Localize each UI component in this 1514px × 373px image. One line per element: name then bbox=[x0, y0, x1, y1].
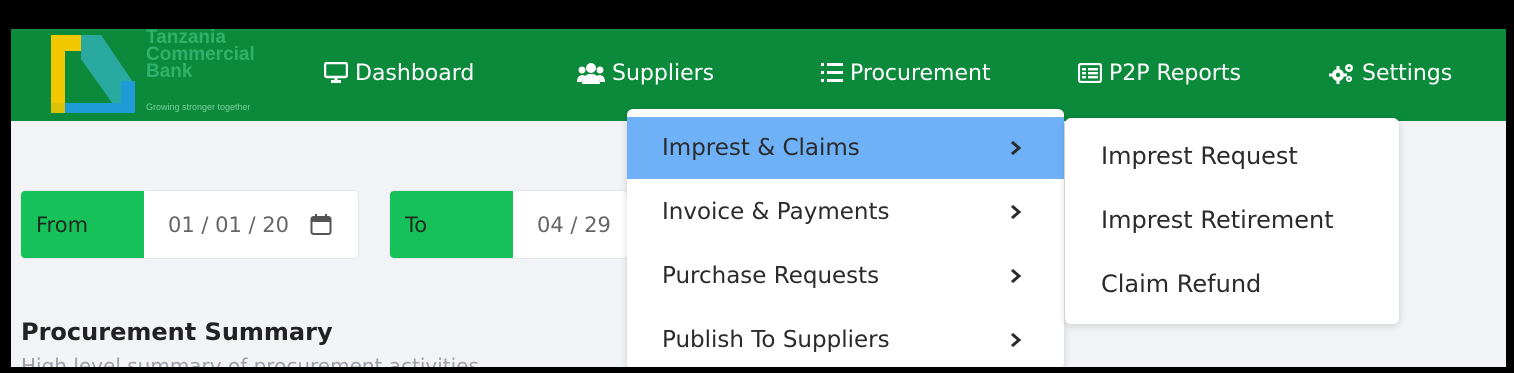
nav-p2p-reports[interactable]: P2P Reports bbox=[1078, 51, 1241, 95]
nav-procurement-label: Procurement bbox=[850, 60, 991, 86]
menu-item-label: Publish To Suppliers bbox=[662, 327, 890, 353]
chevron-right-icon bbox=[1011, 140, 1022, 156]
menu-item-invoice-payments[interactable]: Invoice & Payments bbox=[627, 181, 1064, 243]
from-date-value: 01 / 01 / 20 bbox=[168, 212, 290, 237]
menu-item-label: Imprest & Claims bbox=[662, 135, 860, 161]
chevron-right-icon bbox=[1011, 332, 1022, 348]
submenu-imprest-retirement[interactable]: Imprest Retirement bbox=[1101, 200, 1334, 240]
bank-name: Tanzania Commercial Bank bbox=[146, 28, 255, 82]
report-icon bbox=[1078, 63, 1102, 83]
bank-logo[interactable]: Tanzania Commercial Bank Growing stronge… bbox=[51, 28, 291, 119]
nav-settings[interactable]: Settings bbox=[1329, 51, 1452, 95]
nav-dashboard-label: Dashboard bbox=[355, 60, 475, 86]
navbar: Tanzania Commercial Bank Growing stronge… bbox=[11, 28, 1506, 121]
from-date-input[interactable]: 01 / 01 / 20 bbox=[144, 191, 358, 258]
submenu-claim-refund[interactable]: Claim Refund bbox=[1101, 264, 1261, 304]
users-icon bbox=[577, 63, 605, 84]
from-label: From bbox=[21, 191, 144, 258]
monitor-icon bbox=[324, 62, 348, 83]
to-label: To bbox=[390, 191, 513, 258]
from-date-group: From 01 / 01 / 20 bbox=[21, 191, 358, 258]
to-date-group: To 04 / 29 bbox=[390, 191, 627, 258]
calendar-icon[interactable] bbox=[310, 213, 332, 236]
to-date-value: 04 / 29 bbox=[537, 212, 611, 237]
procurement-summary-subtitle: High level summary of procurement activi… bbox=[21, 354, 479, 367]
menu-item-imprest-claims[interactable]: Imprest & Claims bbox=[627, 117, 1064, 179]
nav-suppliers-label: Suppliers bbox=[612, 60, 715, 86]
menu-item-label: Purchase Requests bbox=[662, 263, 880, 289]
menu-item-purchase-requests[interactable]: Purchase Requests bbox=[627, 245, 1064, 307]
list-icon bbox=[821, 63, 843, 82]
chevron-right-icon bbox=[1011, 268, 1022, 284]
imprest-submenu: Imprest Request Imprest Retirement Claim… bbox=[1065, 118, 1399, 324]
menu-item-label: Invoice & Payments bbox=[662, 199, 890, 225]
top-strip bbox=[11, 11, 1506, 29]
nav-dashboard[interactable]: Dashboard bbox=[324, 51, 474, 95]
procurement-dropdown: Imprest & Claims Invoice & Payments Purc… bbox=[627, 109, 1064, 367]
bank-tagline: Growing stronger together bbox=[146, 102, 251, 112]
nav-p2p-reports-label: P2P Reports bbox=[1109, 60, 1241, 86]
procurement-summary-title: Procurement Summary bbox=[21, 318, 333, 346]
nav-procurement[interactable]: Procurement bbox=[821, 51, 991, 95]
app-window: Tanzania Commercial Bank Growing stronge… bbox=[11, 11, 1506, 367]
chevron-right-icon bbox=[1011, 204, 1022, 220]
bank-logo-icon bbox=[51, 35, 135, 113]
bank-name-line-3: Bank bbox=[146, 61, 193, 82]
menu-item-publish-to-suppliers[interactable]: Publish To Suppliers bbox=[627, 309, 1064, 367]
nav-settings-label: Settings bbox=[1362, 60, 1453, 86]
gears-icon bbox=[1329, 64, 1353, 84]
to-date-input[interactable]: 04 / 29 bbox=[513, 191, 627, 258]
nav-suppliers[interactable]: Suppliers bbox=[577, 51, 714, 95]
submenu-imprest-request[interactable]: Imprest Request bbox=[1101, 136, 1298, 176]
